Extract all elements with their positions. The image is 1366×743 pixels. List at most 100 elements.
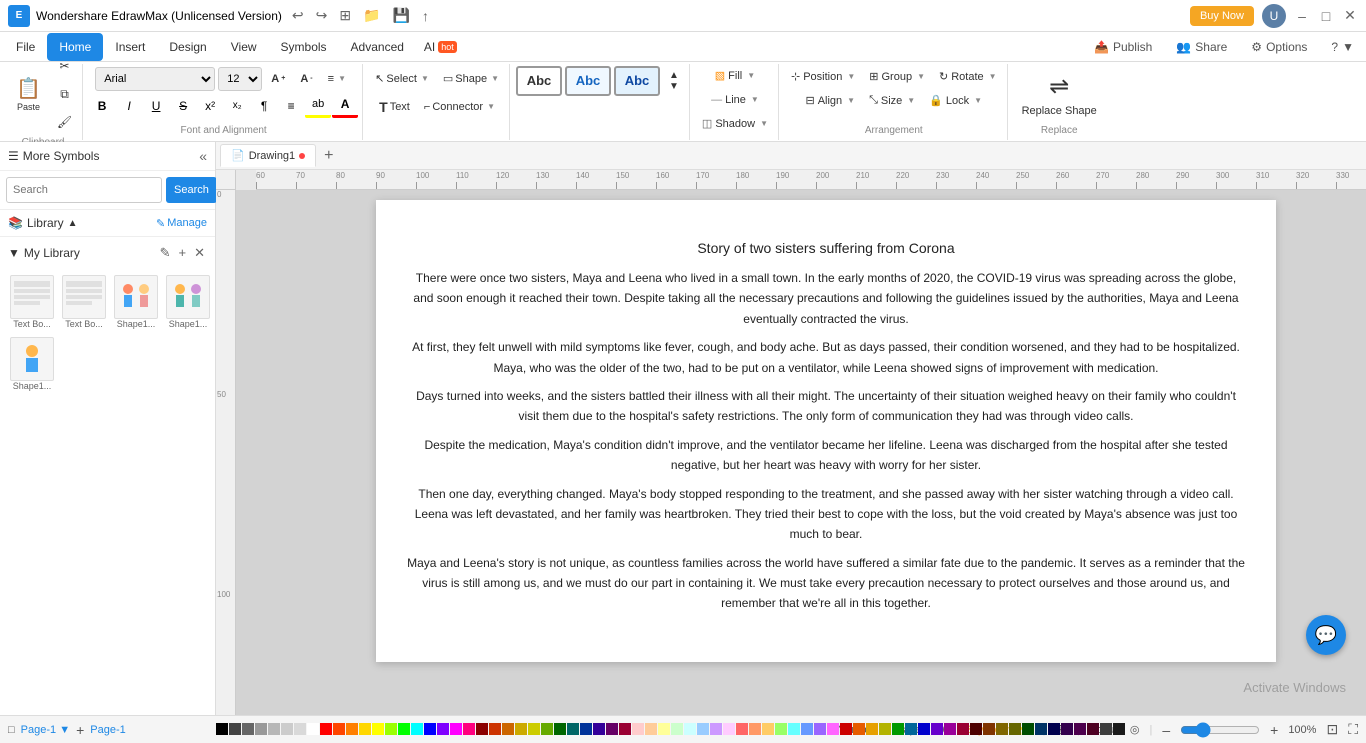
color-cell[interactable] xyxy=(567,723,579,735)
font-increase-button[interactable]: A+ xyxy=(265,66,291,92)
color-cell[interactable] xyxy=(645,723,657,735)
color-cell[interactable] xyxy=(333,723,345,735)
color-cell[interactable] xyxy=(697,723,709,735)
list-item[interactable]: Shape1... xyxy=(8,335,56,393)
color-cell[interactable] xyxy=(996,723,1008,735)
menu-view[interactable]: View xyxy=(219,33,269,61)
library-close-button[interactable]: ✕ xyxy=(192,243,207,263)
color-cell[interactable] xyxy=(437,723,449,735)
format-painter-button[interactable]: 🖌 xyxy=(51,109,78,135)
cut-button[interactable]: ✂ xyxy=(51,53,78,79)
subscript-button[interactable]: x₂ xyxy=(224,94,250,118)
strikethrough-button[interactable]: S xyxy=(170,94,196,118)
style2-button[interactable]: Abc xyxy=(565,66,611,96)
position-button[interactable]: ⊹ Position ▼ xyxy=(785,66,861,88)
color-cell[interactable] xyxy=(931,723,943,735)
color-cell[interactable] xyxy=(619,723,631,735)
list-item[interactable]: Shape1... xyxy=(112,273,160,331)
color-cell[interactable] xyxy=(359,723,371,735)
color-cell[interactable] xyxy=(476,723,488,735)
color-cell[interactable] xyxy=(593,723,605,735)
panel-collapse-button[interactable]: « xyxy=(199,148,207,164)
color-cell[interactable] xyxy=(398,723,410,735)
replace-shape-button[interactable]: ⇌ Replace Shape xyxy=(1014,66,1105,123)
color-cell[interactable] xyxy=(385,723,397,735)
save-button[interactable]: 💾 xyxy=(389,5,414,26)
color-cell[interactable] xyxy=(918,723,930,735)
font-family-select[interactable]: Arial xyxy=(95,67,215,91)
help-button[interactable]: ? ▼ xyxy=(1323,36,1362,58)
close-button[interactable]: ✕ xyxy=(1342,8,1358,24)
color-cell[interactable] xyxy=(853,723,865,735)
color-cell[interactable] xyxy=(801,723,813,735)
color-cell[interactable] xyxy=(736,723,748,735)
text-color-button[interactable]: A xyxy=(332,94,358,118)
style3-button[interactable]: Abc xyxy=(614,66,660,96)
shadow-button[interactable]: ◫ Shadow ▼ xyxy=(696,113,774,135)
export-button[interactable]: ↑ xyxy=(418,6,433,26)
underline-button[interactable]: U xyxy=(143,94,169,118)
color-cell[interactable] xyxy=(1035,723,1047,735)
color-cell[interactable] xyxy=(502,723,514,735)
color-cell[interactable] xyxy=(1048,723,1060,735)
color-cell[interactable] xyxy=(541,723,553,735)
bold-button[interactable]: B xyxy=(89,94,115,118)
buy-now-button[interactable]: Buy Now xyxy=(1190,6,1254,26)
chat-button[interactable]: 💬 xyxy=(1306,615,1346,655)
paste-button[interactable]: 📋 Paste xyxy=(8,81,49,107)
select-button[interactable]: ↖ Select ▼ xyxy=(369,66,435,92)
library-label[interactable]: 📚 Library ▲ xyxy=(8,216,78,230)
superscript-button[interactable]: x² xyxy=(197,94,223,118)
color-cell[interactable] xyxy=(866,723,878,735)
menu-ai[interactable]: AI hot xyxy=(416,36,465,58)
color-cell[interactable] xyxy=(268,723,280,735)
color-cell[interactable] xyxy=(944,723,956,735)
add-page-button[interactable]: + xyxy=(76,722,84,738)
color-cell[interactable] xyxy=(515,723,527,735)
lock-button[interactable]: 🔒 Lock ▼ xyxy=(923,90,988,112)
color-cell[interactable] xyxy=(463,723,475,735)
font-align-button[interactable]: ≡ ▼ xyxy=(322,66,352,92)
color-cell[interactable] xyxy=(788,723,800,735)
color-cell[interactable] xyxy=(970,723,982,735)
manage-button[interactable]: ✎ Manage xyxy=(156,217,207,230)
color-cell[interactable] xyxy=(307,723,319,735)
minimize-button[interactable]: – xyxy=(1294,8,1310,24)
connector-button[interactable]: ⌐ Connector ▼ xyxy=(418,94,501,120)
color-cell[interactable] xyxy=(489,723,501,735)
color-cell[interactable] xyxy=(905,723,917,735)
line-button[interactable]: — Line ▼ xyxy=(705,89,765,111)
list-item[interactable]: Text Bo... xyxy=(8,273,56,331)
font-decrease-button[interactable]: A- xyxy=(294,66,318,92)
color-cell[interactable] xyxy=(983,723,995,735)
color-cell[interactable] xyxy=(1087,723,1099,735)
color-cell[interactable] xyxy=(632,723,644,735)
my-library-label[interactable]: ▼ My Library xyxy=(8,246,80,260)
color-cell[interactable] xyxy=(684,723,696,735)
color-cell[interactable] xyxy=(294,723,306,735)
color-cell[interactable] xyxy=(411,723,423,735)
search-button[interactable]: Search xyxy=(166,177,217,203)
menu-insert[interactable]: Insert xyxy=(103,33,157,61)
color-cell[interactable] xyxy=(827,723,839,735)
color-cell[interactable] xyxy=(229,723,241,735)
color-cell[interactable] xyxy=(1061,723,1073,735)
color-cell[interactable] xyxy=(775,723,787,735)
color-cell[interactable] xyxy=(606,723,618,735)
color-cell[interactable] xyxy=(1100,723,1112,735)
color-cell[interactable] xyxy=(242,723,254,735)
user-avatar[interactable]: U xyxy=(1262,4,1286,28)
italic-button[interactable]: I xyxy=(116,94,142,118)
library-edit-button[interactable]: ✎ xyxy=(158,243,173,263)
add-tab-button[interactable]: + xyxy=(318,145,339,167)
canvas[interactable]: Story of two sisters suffering from Coro… xyxy=(236,190,1366,715)
undo-button[interactable]: ↩ xyxy=(288,5,308,26)
zoom-slider[interactable] xyxy=(1180,722,1260,738)
fit-page-button[interactable]: ⊡ xyxy=(1326,721,1338,738)
color-cell[interactable] xyxy=(346,723,358,735)
color-cell[interactable] xyxy=(372,723,384,735)
color-cell[interactable] xyxy=(671,723,683,735)
color-cell[interactable] xyxy=(1022,723,1034,735)
paragraph-button[interactable]: ¶ xyxy=(251,94,277,118)
color-cell[interactable] xyxy=(528,723,540,735)
